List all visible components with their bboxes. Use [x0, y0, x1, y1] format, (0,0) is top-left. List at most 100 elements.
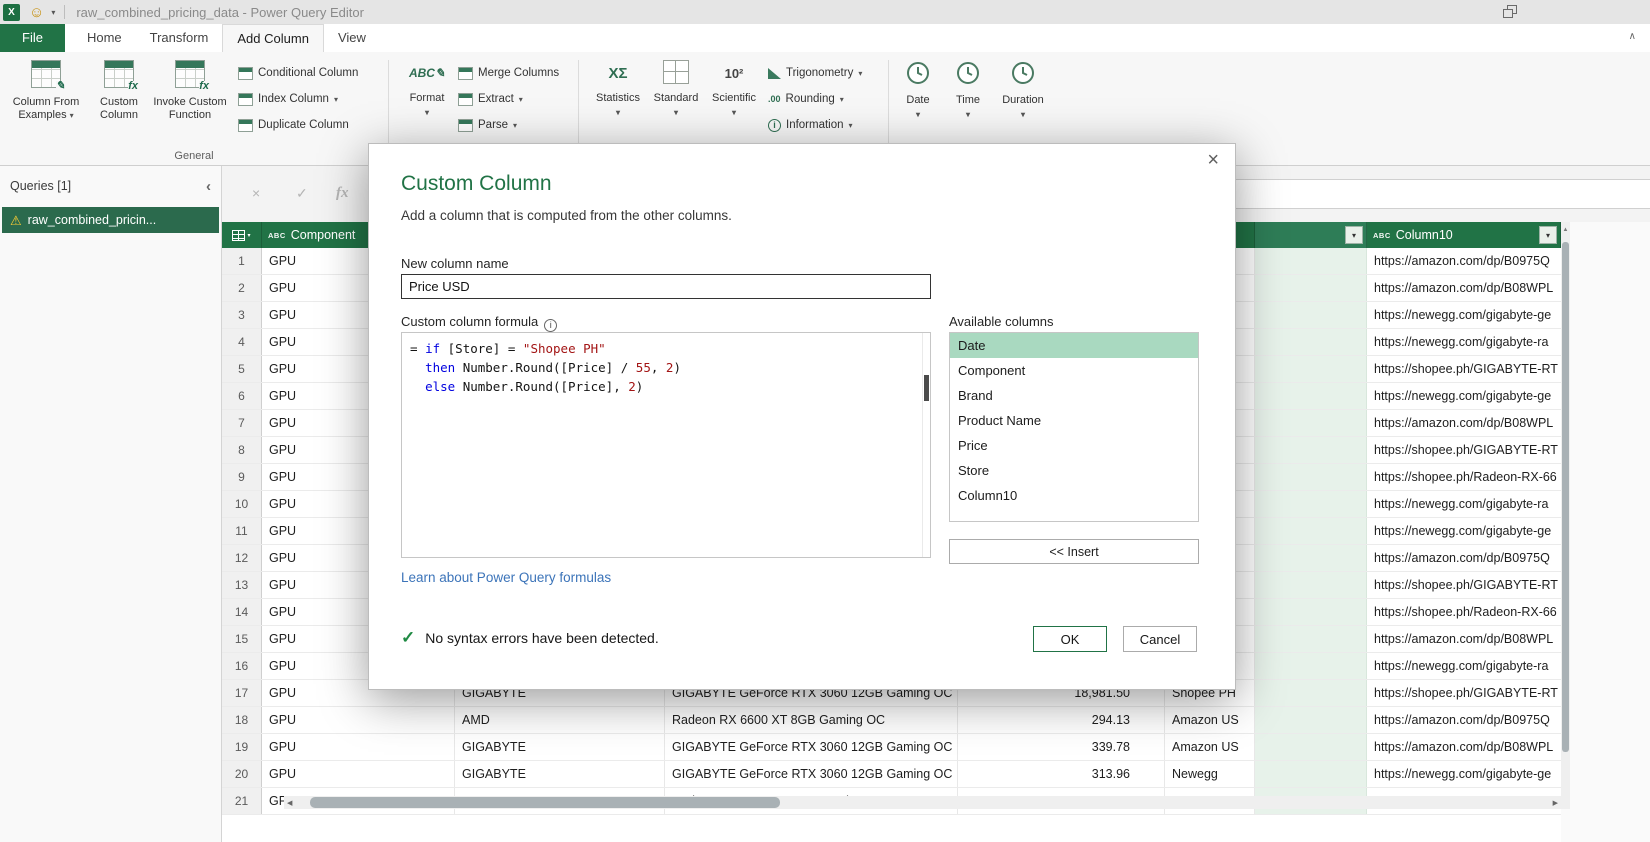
cell-selected-column[interactable] [1255, 599, 1367, 625]
scroll-right-icon[interactable]: ▶ [1553, 796, 1558, 809]
horizontal-scrollbar-thumb[interactable] [310, 797, 780, 808]
row-number-cell[interactable]: 8 [222, 437, 262, 463]
scientific-button[interactable]: 10² Scientific ▾ [706, 60, 762, 119]
row-number-cell[interactable]: 20 [222, 761, 262, 787]
cell-brand[interactable]: AMD [455, 707, 665, 733]
invoke-custom-function-button[interactable]: fx Invoke Custom Function [152, 60, 228, 122]
cell-column10[interactable]: https://amazon.com/dp/B0975Q [1367, 707, 1561, 733]
cell-selected-column[interactable] [1255, 437, 1367, 463]
cell-column10[interactable]: https://shopee.ph/Radeon-RX-66 [1367, 464, 1561, 490]
cell-brand[interactable]: GIGABYTE [455, 761, 665, 787]
row-number-cell[interactable]: 16 [222, 653, 262, 679]
insert-button[interactable]: << Insert [949, 539, 1199, 564]
available-column-item[interactable]: Product Name [950, 408, 1198, 433]
collapse-ribbon-icon[interactable]: ∧ [1629, 31, 1636, 42]
info-icon[interactable]: i [544, 319, 557, 332]
formula-editor[interactable]: = if [Store] = "Shopee PH" then Number.R… [401, 332, 931, 558]
rounding-button[interactable]: .00 Rounding ▾ [768, 88, 844, 110]
row-number-cell[interactable]: 5 [222, 356, 262, 382]
time-button[interactable]: Time ▾ [946, 60, 990, 121]
cell-component[interactable]: GPU [262, 734, 455, 760]
cell-price[interactable]: 313.96 [958, 761, 1165, 787]
cell-column10[interactable]: https://shopee.ph/GIGABYTE-RT [1367, 572, 1561, 598]
row-number-cell[interactable]: 2 [222, 275, 262, 301]
tab-transform[interactable]: Transform [136, 24, 223, 52]
feedback-smiley-icon[interactable]: ☺ [29, 5, 44, 20]
conditional-column-button[interactable]: Conditional Column [238, 62, 358, 84]
scroll-up-icon[interactable]: ▲ [1561, 222, 1570, 238]
cell-selected-column[interactable] [1255, 761, 1367, 787]
column-header-column10[interactable]: ABC Column10 ▾ [1367, 222, 1561, 248]
cell-column10[interactable]: https://shopee.ph/GIGABYTE-RT [1367, 680, 1561, 706]
available-column-item[interactable]: Date [950, 333, 1198, 358]
information-button[interactable]: i Information ▾ [768, 114, 853, 136]
cell-column10[interactable]: https://newegg.com/gigabyte-ra [1367, 653, 1561, 679]
cell-column10[interactable]: https://newegg.com/gigabyte-ge [1367, 761, 1561, 787]
statistics-button[interactable]: ΧΣ Statistics ▾ [590, 60, 646, 119]
row-number-cell[interactable]: 15 [222, 626, 262, 652]
merge-columns-button[interactable]: Merge Columns [458, 62, 559, 84]
new-column-name-input[interactable] [401, 274, 931, 299]
cell-component[interactable]: GPU [262, 761, 455, 787]
cell-column10[interactable]: https://amazon.com/dp/B08WPL [1367, 734, 1561, 760]
cell-selected-column[interactable] [1255, 302, 1367, 328]
cell-store[interactable]: Newegg [1165, 761, 1255, 787]
row-number-cell[interactable]: 6 [222, 383, 262, 409]
ok-button[interactable]: OK [1033, 626, 1107, 652]
parse-button[interactable]: Parse ▾ [458, 114, 517, 136]
cell-product-name[interactable]: GIGABYTE GeForce RTX 3060 12GB Gaming OC [665, 761, 958, 787]
cell-selected-column[interactable] [1255, 464, 1367, 490]
cell-column10[interactable]: https://amazon.com/dp/B08WPL [1367, 626, 1561, 652]
cell-component[interactable]: GPU [262, 707, 455, 733]
column-header-selected[interactable]: ▾ [1255, 222, 1367, 248]
row-number-cell[interactable]: 9 [222, 464, 262, 490]
format-button[interactable]: ABC✎ Format ▾ [400, 60, 454, 119]
cell-selected-column[interactable] [1255, 545, 1367, 571]
cancel-button[interactable]: Cancel [1123, 626, 1197, 652]
row-number-cell[interactable]: 13 [222, 572, 262, 598]
learn-formulas-link[interactable]: Learn about Power Query formulas [401, 570, 611, 585]
row-number-cell[interactable]: 10 [222, 491, 262, 517]
scroll-left-icon[interactable]: ◀ [287, 796, 292, 809]
tab-file[interactable]: File [0, 24, 65, 52]
cell-selected-column[interactable] [1255, 329, 1367, 355]
cell-price[interactable]: 294.13 [958, 707, 1165, 733]
cell-selected-column[interactable] [1255, 356, 1367, 382]
index-column-button[interactable]: Index Column ▾ [238, 88, 338, 110]
cell-selected-column[interactable] [1255, 383, 1367, 409]
row-number-cell[interactable]: 3 [222, 302, 262, 328]
trigonometry-button[interactable]: Trigonometry ▾ [768, 62, 862, 84]
cell-product-name[interactable]: Radeon RX 6600 XT 8GB Gaming OC [665, 707, 958, 733]
cell-selected-column[interactable] [1255, 518, 1367, 544]
quick-access-caret-icon[interactable]: ▾ [51, 8, 55, 17]
row-number-cell[interactable]: 21 [222, 788, 262, 814]
cell-column10[interactable]: https://amazon.com/dp/B08WPL [1367, 410, 1561, 436]
cell-selected-column[interactable] [1255, 626, 1367, 652]
cell-selected-column[interactable] [1255, 410, 1367, 436]
duplicate-column-button[interactable]: Duplicate Column [238, 114, 349, 136]
cell-column10[interactable]: https://shopee.ph/GIGABYTE-RT [1367, 356, 1561, 382]
cell-store[interactable]: Amazon US [1165, 707, 1255, 733]
horizontal-scrollbar[interactable]: ◀ ▶ [284, 796, 1561, 809]
cell-selected-column[interactable] [1255, 680, 1367, 706]
cell-column10[interactable]: https://newegg.com/gigabyte-ra [1367, 491, 1561, 517]
duration-button[interactable]: Duration ▾ [996, 60, 1050, 121]
cell-selected-column[interactable] [1255, 653, 1367, 679]
column-from-examples-button[interactable]: ✎ Column From Examples ▾ [6, 60, 86, 122]
row-number-cell[interactable]: 12 [222, 545, 262, 571]
cell-column10[interactable]: https://newegg.com/gigabyte-ra [1367, 329, 1561, 355]
tab-add-column[interactable]: Add Column [222, 24, 324, 52]
cell-selected-column[interactable] [1255, 248, 1367, 274]
row-number-cell[interactable]: 18 [222, 707, 262, 733]
cell-column10[interactable]: https://shopee.ph/Radeon-RX-66 [1367, 599, 1561, 625]
cell-column10[interactable]: https://shopee.ph/GIGABYTE-RT [1367, 437, 1561, 463]
available-column-item[interactable]: Store [950, 458, 1198, 483]
cancel-formula-icon[interactable]: × [252, 185, 260, 201]
vertical-scrollbar[interactable]: ▲ [1561, 222, 1570, 796]
row-number-cell[interactable]: 4 [222, 329, 262, 355]
row-number-cell[interactable]: 17 [222, 680, 262, 706]
cell-column10[interactable]: https://amazon.com/dp/B0975Q [1367, 545, 1561, 571]
query-item-selected[interactable]: ⚠ raw_combined_pricin... [2, 207, 219, 233]
tab-home[interactable]: Home [73, 24, 136, 52]
available-column-item[interactable]: Component [950, 358, 1198, 383]
